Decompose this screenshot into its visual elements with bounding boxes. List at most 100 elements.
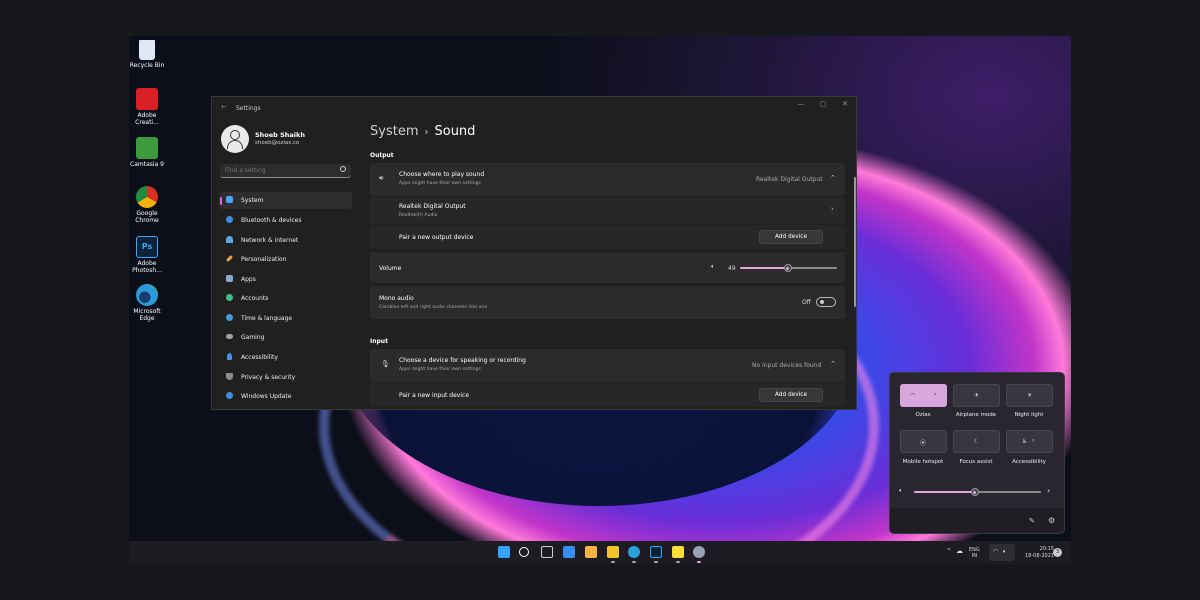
start-icon[interactable] — [498, 546, 510, 558]
quick-tile-hotspot[interactable]: ⦿ — [900, 430, 947, 453]
wifi-icon: ◠ — [993, 548, 999, 555]
chevron-up-icon[interactable]: ⌃ — [830, 360, 836, 368]
time-language-icon — [226, 314, 233, 321]
sidebar-item-personalization[interactable]: Personalization — [219, 251, 352, 268]
desktop-icon-photoshop[interactable]: Ps Adobe Photosh... — [129, 236, 165, 275]
settings-icon[interactable] — [693, 546, 705, 558]
sidebar-item-label: Privacy & security — [241, 374, 296, 381]
sidebar-item-accessibility[interactable]: Accessibility — [219, 349, 352, 366]
scrollbar[interactable] — [854, 177, 856, 307]
add-input-device-button[interactable]: Add device — [759, 388, 823, 402]
quick-volume-fill — [914, 491, 975, 493]
apps-icon — [226, 275, 233, 282]
desktop-icon-edge[interactable]: Microsoft Edge — [129, 284, 165, 323]
quick-tile-night-light[interactable]: ☀︎ — [1006, 384, 1053, 407]
breadcrumb-parent[interactable]: System — [370, 124, 418, 139]
sidebar-item-accounts[interactable]: Accounts — [219, 290, 352, 307]
pair-output-title: Pair a new output device — [399, 234, 474, 241]
task-view-icon[interactable] — [541, 546, 553, 558]
search-icon[interactable] — [519, 547, 529, 557]
user-name: Shoeb Shaikh — [255, 131, 305, 139]
sidebar-item-system[interactable]: System — [219, 192, 352, 209]
desktop-icon-recycle-bin[interactable]: Recycle Bin — [129, 40, 165, 70]
desktop-icon-adobe-creative-cloud[interactable]: Adobe Creati... — [129, 88, 165, 127]
sidebar: Shoeb Shaikh shoeb@ozias.co System Bluet… — [212, 119, 362, 409]
quick-volume-thumb[interactable] — [970, 488, 979, 496]
avatar[interactable] — [221, 125, 249, 153]
quick-tile-accessibility[interactable]: ♿︎ › — [1006, 430, 1053, 453]
chevron-right-icon[interactable]: › — [934, 391, 936, 398]
accessibility-icon: ♿︎ — [1022, 438, 1028, 445]
quick-tile-focus-assist[interactable]: ☾ — [953, 430, 1000, 453]
notification-badge[interactable]: 3 — [1053, 548, 1062, 557]
pair-input-row: Pair a new input device Add device — [370, 383, 845, 407]
volume-slider-thumb[interactable] — [783, 264, 792, 272]
choose-input-title: Choose a device for speaking or recordin… — [399, 357, 526, 364]
output-device-subtitle: Realtek(R) Audio — [399, 213, 438, 218]
file-explorer-icon[interactable] — [607, 546, 619, 558]
quick-tile-wifi[interactable]: ◠ › — [900, 384, 947, 407]
mono-audio-toggle[interactable] — [816, 297, 836, 307]
back-button[interactable]: ← — [221, 103, 227, 111]
sidebar-item-label: Apps — [241, 276, 256, 283]
add-output-device-button[interactable]: Add device — [759, 230, 823, 244]
windows-update-icon — [226, 392, 233, 399]
chevron-up-icon[interactable]: ⌃ — [830, 174, 836, 182]
onedrive-icon[interactable]: ☁︎ — [956, 547, 963, 555]
quick-volume-slider[interactable] — [914, 488, 1041, 496]
output-device-row[interactable]: Realtek Digital Output Realtek(R) Audio … — [370, 197, 845, 224]
sidebar-item-privacy[interactable]: Privacy & security — [219, 369, 352, 386]
focus-assist-icon: ☾ — [974, 438, 980, 445]
quick-tile-airplane[interactable]: ✈︎ — [953, 384, 1000, 407]
recycle-bin-icon — [139, 40, 155, 60]
pair-input-title: Pair a new input device — [399, 392, 470, 399]
quick-tile-label: Accessibility — [1012, 459, 1046, 465]
system-icon — [226, 196, 233, 203]
quick-tile-label: Airplane mode — [955, 412, 997, 418]
speaker-icon: 🔊︎ — [379, 174, 384, 182]
clock[interactable]: 20:15 18-08-2021 — [1025, 546, 1054, 559]
volume-label: Volume — [379, 265, 402, 272]
desktop-icon-camtasia[interactable]: Camtasia 9 — [129, 137, 165, 169]
desktop-icon-chrome[interactable]: Google Chrome — [129, 186, 165, 225]
search-box[interactable] — [220, 164, 351, 178]
sidebar-item-bluetooth[interactable]: Bluetooth & devices — [219, 212, 352, 229]
volume-slider[interactable] — [740, 264, 837, 272]
sidebar-item-windows-update[interactable]: Windows Update — [219, 388, 352, 405]
speaker-volume-icon[interactable]: 🔈︎ — [711, 263, 715, 271]
edge-icon[interactable] — [628, 546, 640, 558]
selected-output-device: Realtek Digital Output — [756, 176, 823, 183]
quick-tile-label: Ozias — [915, 412, 931, 418]
page-title: Sound — [434, 124, 476, 139]
edit-icon[interactable]: ✎ — [1029, 517, 1035, 525]
chevron-up-icon[interactable]: ⌃ — [946, 547, 952, 555]
mono-audio-state: Off — [802, 299, 811, 306]
widgets-icon[interactable] — [563, 546, 575, 558]
settings-window: ← Settings — ▢ ✕ Shoeb Shaikh shoeb@ozia… — [211, 96, 857, 410]
chevron-right-icon[interactable]: › — [1032, 437, 1034, 444]
hotspot-icon: ⦿ — [920, 440, 927, 447]
speaker-icon[interactable]: 🔈︎ — [899, 487, 903, 495]
choose-output-row[interactable]: 🔊︎ Choose where to play sound Apps might… — [370, 163, 845, 196]
sidebar-item-time-language[interactable]: Time & language — [219, 310, 352, 327]
store-icon[interactable] — [585, 546, 597, 558]
accessibility-icon — [227, 353, 232, 360]
photoshop-icon[interactable] — [650, 546, 662, 558]
gear-icon[interactable]: ⚙︎ — [1048, 516, 1055, 525]
chevron-right-icon[interactable]: › — [1047, 486, 1050, 495]
volume-value: 49 — [728, 265, 736, 272]
choose-input-row[interactable]: 🎙︎ Choose a device for speaking or recor… — [370, 349, 845, 382]
close-button[interactable]: ✕ — [838, 100, 852, 112]
maximize-button[interactable]: ▢ — [816, 100, 830, 112]
sidebar-item-gaming[interactable]: Gaming — [219, 329, 352, 346]
quick-tile-label: Focus assist — [959, 459, 993, 465]
sticky-notes-icon[interactable] — [672, 546, 684, 558]
language-indicator[interactable]: ENG IN — [969, 547, 980, 559]
sidebar-item-apps[interactable]: Apps — [219, 271, 352, 288]
sidebar-item-label: Windows Update — [241, 393, 292, 400]
search-input[interactable] — [225, 167, 335, 174]
choose-output-title: Choose where to play sound — [399, 171, 485, 178]
sidebar-item-network[interactable]: Network & internet — [219, 232, 352, 249]
network-volume-tray[interactable]: ◠ 🔈︎ — [989, 544, 1015, 561]
minimize-button[interactable]: — — [794, 100, 808, 112]
